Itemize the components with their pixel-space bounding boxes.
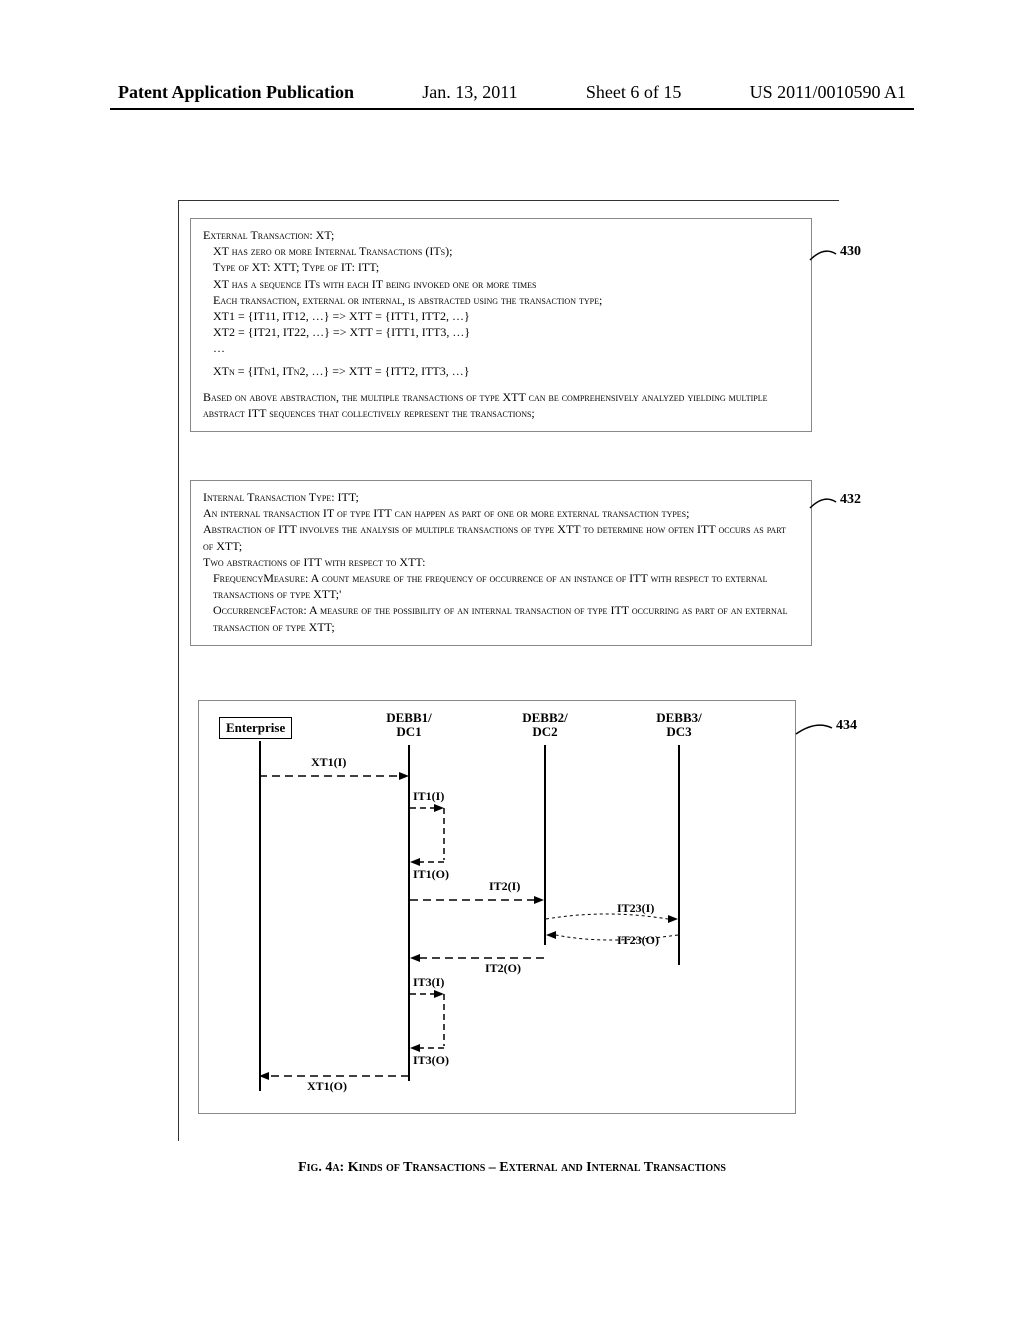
arrow-it3i (410, 987, 446, 1001)
sequence-area: Enterprise DEBB1/ DC1 DEBB2/ DC2 DEBB3/ … (199, 701, 795, 1113)
seq-head-dc1: DEBB1/ DC1 (369, 711, 449, 740)
ref-434: 434 (836, 718, 857, 734)
lifeline-enterprise (259, 741, 261, 1091)
header-pubno: US 2011/0010590 A1 (750, 82, 906, 103)
leader-430 (810, 246, 838, 262)
label-xt1i: XT1(I) (311, 755, 346, 770)
b432-l3: Abstraction of ITT involves the analysis… (203, 521, 799, 553)
b430-l2: XT has zero or more Internal Transaction… (213, 243, 799, 259)
label-it2o: IT2(O) (485, 961, 521, 976)
seq-head-dc1b: DC1 (369, 725, 449, 739)
box-430: External Transaction: XT; XT has zero or… (190, 218, 812, 432)
b430-l4: XT has a sequence ITs with each IT being… (213, 276, 799, 292)
label-it3o: IT3(O) (413, 1053, 449, 1068)
b432-l6: OccurrenceFactor: A measure of the possi… (213, 602, 799, 634)
b430-l3: Type of XT: XTT; Type of IT: ITT; (213, 259, 799, 275)
b432-l4: Two abstractions of ITT with respect to … (203, 554, 799, 570)
seq-head-dc1a: DEBB1/ (369, 711, 449, 725)
b432-l2: An internal transaction IT of type ITT c… (203, 505, 799, 521)
self-line-it3 (442, 994, 446, 1046)
leader-432 (810, 494, 838, 510)
lifeline-dc1 (408, 745, 410, 1081)
seq-head-dc2b: DC2 (505, 725, 585, 739)
arrow-xt1i (259, 769, 409, 783)
b430-l10: Based on above abstraction, the multiple… (203, 389, 799, 421)
b432-l1: Internal Transaction Type: ITT; (203, 489, 799, 505)
arrow-it23o (546, 931, 679, 951)
b432-l5: FrequencyMeasure: A count measure of the… (213, 570, 799, 602)
self-line-it1 (442, 808, 446, 860)
arrow-it1i (410, 801, 446, 815)
page: Patent Application Publication Jan. 13, … (0, 0, 1024, 1320)
header-sheet: Sheet 6 of 15 (586, 82, 681, 103)
label-it2i: IT2(I) (489, 879, 520, 894)
b430-l8: … (213, 340, 799, 356)
b430-l1: External Transaction: XT; (203, 227, 799, 243)
arrow-it2i (410, 893, 545, 907)
b430-l9: XTn = {ITn1, ITn2, …} => XTT = {ITT2, IT… (213, 363, 799, 379)
seq-head-dc2: DEBB2/ DC2 (505, 711, 585, 740)
ref-430: 430 (840, 244, 861, 260)
label-it23i: IT23(I) (617, 901, 654, 916)
label-xt1o: XT1(O) (307, 1079, 347, 1094)
box-432: Internal Transaction Type: ITT; An inter… (190, 480, 812, 646)
seq-head-dc3a: DEBB3/ (639, 711, 719, 725)
seq-head-dc2a: DEBB2/ (505, 711, 585, 725)
label-it1o: IT1(O) (413, 867, 449, 882)
seq-head-dc3b: DC3 (639, 725, 719, 739)
header-date: Jan. 13, 2011 (422, 82, 517, 103)
page-header: Patent Application Publication Jan. 13, … (118, 82, 906, 103)
label-it23o: IT23(O) (617, 933, 659, 948)
seq-head-enterprise: Enterprise (219, 717, 292, 739)
header-rule (110, 108, 914, 110)
arrow-it2o (410, 951, 545, 965)
seq-head-dc3: DEBB3/ DC3 (639, 711, 719, 740)
b430-l6: XT1 = {IT11, IT12, …} => XTT = {ITT1, IT… (213, 308, 799, 324)
b430-l5: Each transaction, external or internal, … (213, 292, 799, 308)
header-left: Patent Application Publication (118, 82, 354, 103)
leader-434 (796, 720, 834, 736)
figure-caption: Fig. 4a: Kinds of Transactions – Externa… (0, 1160, 1024, 1176)
ref-432: 432 (840, 492, 861, 508)
box-434-sequence-diagram: Enterprise DEBB1/ DC1 DEBB2/ DC2 DEBB3/ … (198, 700, 796, 1114)
b430-l7: XT2 = {IT21, IT22, …} => XTT = {ITT1, IT… (213, 324, 799, 340)
